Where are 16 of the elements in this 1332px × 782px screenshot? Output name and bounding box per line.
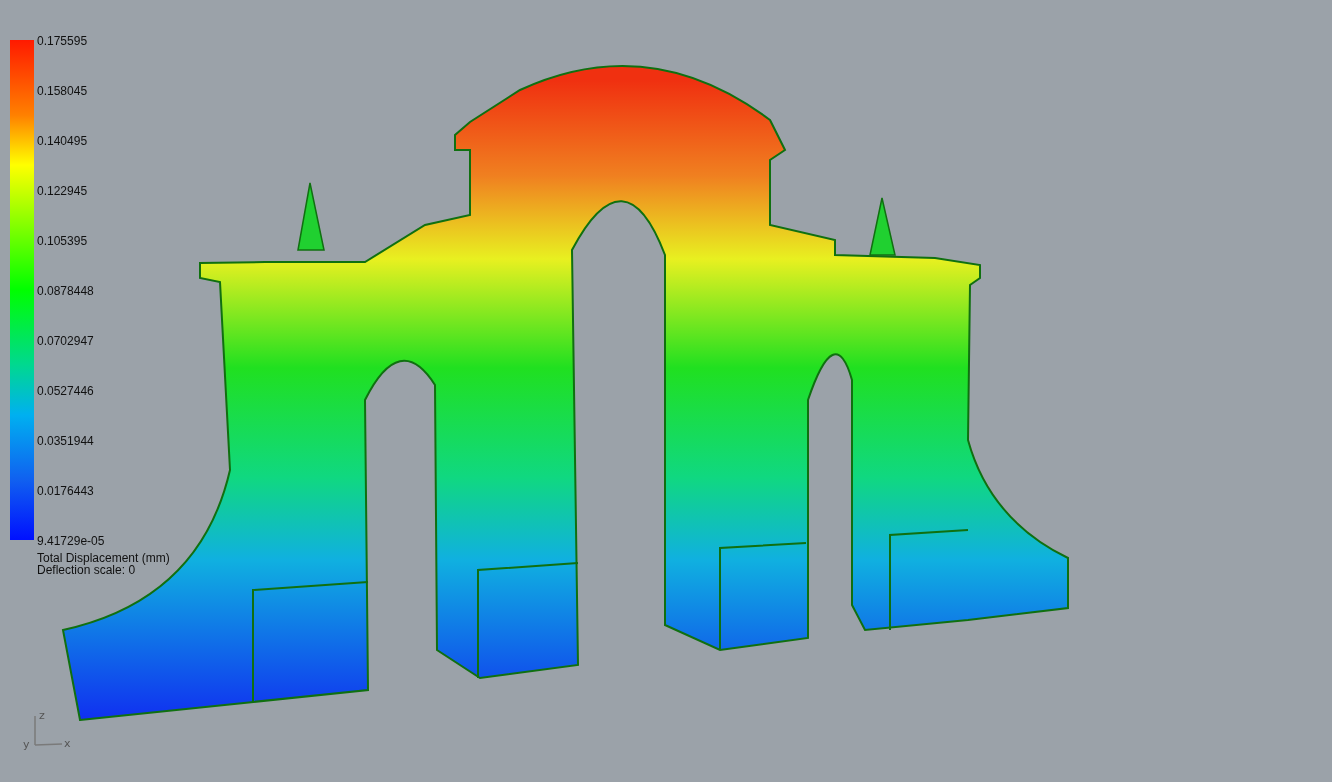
- scale-value: 9.41729e-05: [37, 534, 105, 548]
- scale-value: 0.122945: [37, 184, 89, 198]
- scale-value: 0.140495: [37, 134, 89, 148]
- y-axis-label: y: [23, 738, 30, 751]
- scale-value: 0.105395: [37, 234, 89, 248]
- x-axis-label: x: [64, 737, 71, 750]
- scale-value: 0.0702947: [37, 334, 95, 348]
- scale-value: 0.175595: [37, 34, 89, 48]
- z-axis-label: z: [39, 709, 45, 722]
- scale-value: 0.0176443: [37, 484, 95, 498]
- scale-value: 0.0527446: [37, 384, 95, 398]
- result-caption: Total Displacement (mm): [37, 552, 170, 564]
- scale-value: 0.158045: [37, 84, 89, 98]
- scale-value: 0.0878448: [37, 284, 95, 298]
- deflection-scale-text: Deflection scale: 0: [37, 564, 136, 576]
- scale-value: 0.0351944: [37, 434, 95, 448]
